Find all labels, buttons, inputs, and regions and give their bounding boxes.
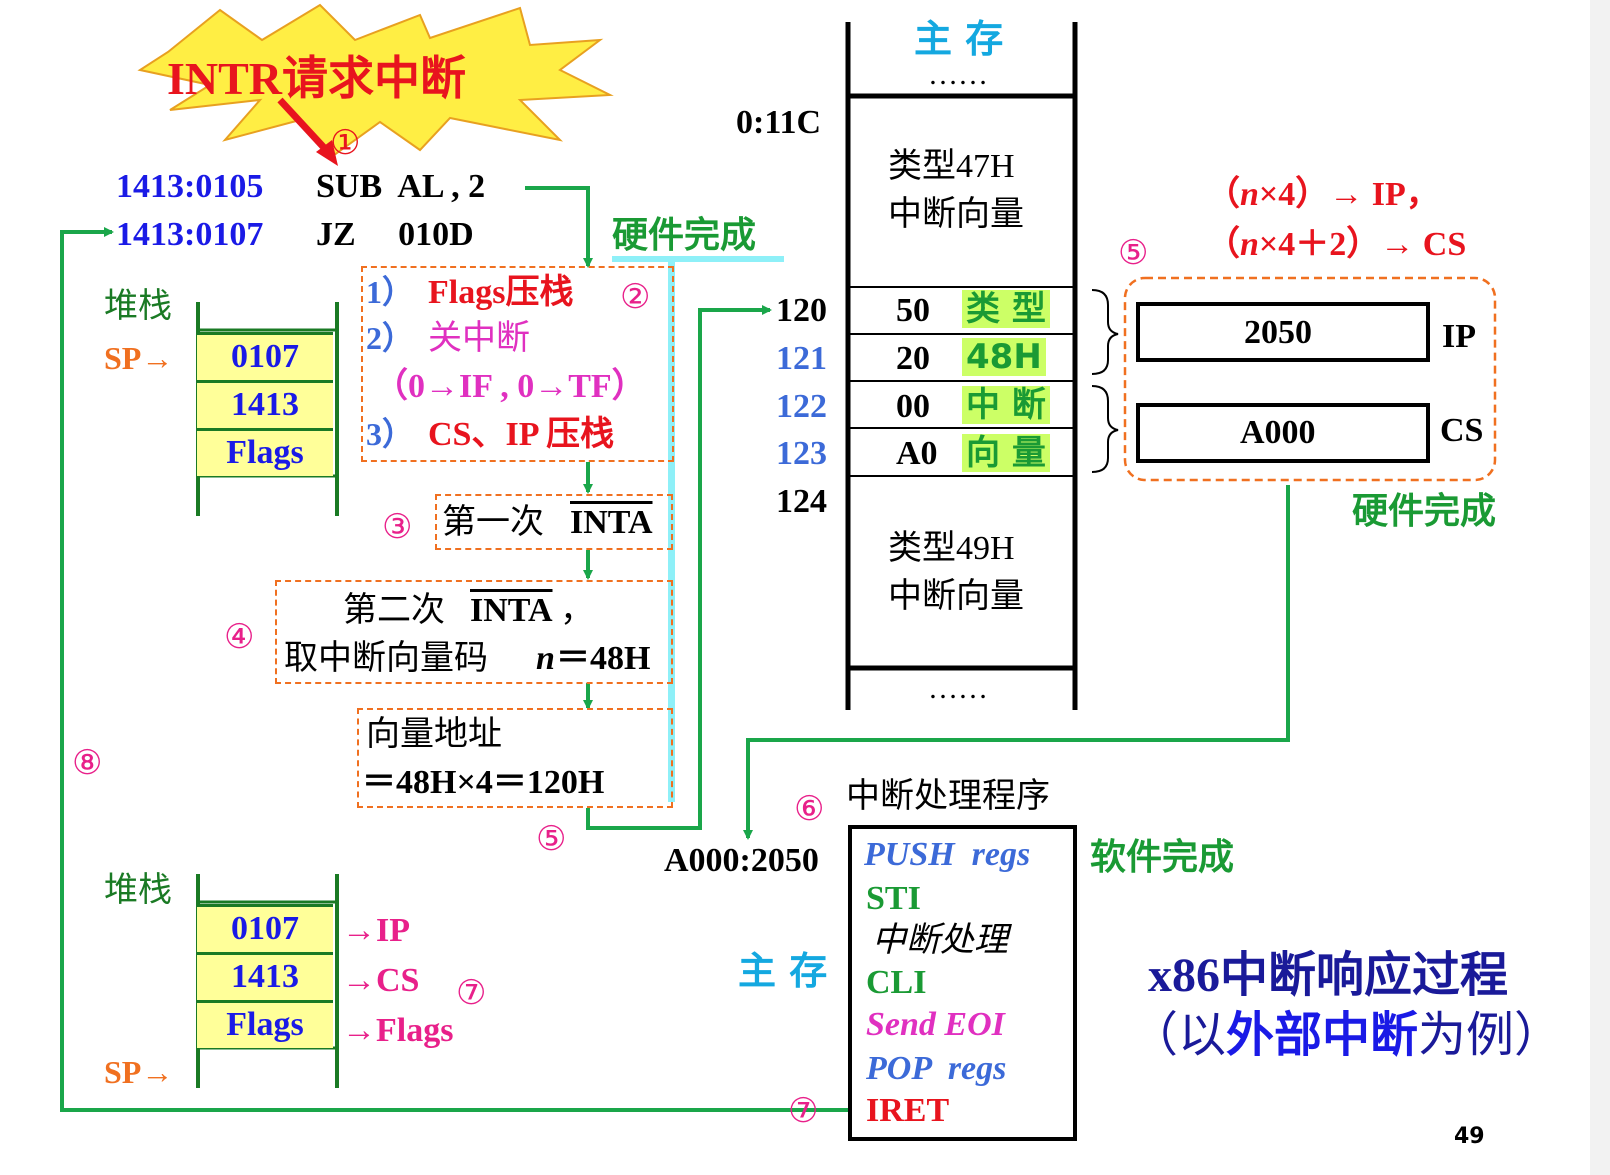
ip-register-label: IP bbox=[1442, 318, 1476, 355]
code-addr-1: 1413:0105 bbox=[116, 168, 264, 205]
step-4-n-symbol: n bbox=[536, 640, 555, 677]
step-7-marker-iret: ⑦ bbox=[788, 1091, 819, 1131]
stack-bottom-label: 堆栈 bbox=[104, 872, 172, 909]
formula-line-1: （n×4）→ IP， bbox=[1206, 176, 1440, 213]
step-3-inta-signal: INTA bbox=[570, 504, 653, 541]
formula-line-2: （n×4＋2）→ CS bbox=[1206, 226, 1467, 263]
stack-top-cell-0: 0107 bbox=[197, 332, 333, 380]
code-addr-2: 1413:0107 bbox=[116, 216, 264, 253]
arrow-sub-to-hw bbox=[525, 186, 593, 268]
hardware-label-left: 硬件完成 bbox=[612, 215, 757, 256]
memory-addr-11c: 0:11C bbox=[736, 104, 821, 141]
type49-line-2: 中断向量 bbox=[888, 578, 1024, 615]
step-2-item-1: Flags压栈 bbox=[428, 274, 574, 311]
diagram-canvas: INTR请求中断 ① 1413:0105 SUB AL , 2 1413:010… bbox=[0, 0, 1610, 1175]
handler-line-iret: IRET bbox=[866, 1092, 950, 1129]
handler-line-sti: STI bbox=[866, 880, 921, 917]
stack-top-cell-2: Flags bbox=[197, 428, 333, 476]
brace-cs bbox=[1091, 385, 1119, 473]
step-2-item-2-num: 2） bbox=[366, 320, 415, 356]
memory-addr-120: 120 bbox=[776, 292, 827, 329]
hardware-label-right: 硬件完成 bbox=[1352, 491, 1497, 532]
step-7-marker-stack: ⑦ bbox=[456, 973, 487, 1013]
step-2-item-2: 关中断 bbox=[428, 320, 530, 357]
handler-line-eoi: Send EOI bbox=[866, 1006, 1005, 1043]
stack-top-cell-1: 1413 bbox=[197, 380, 333, 428]
type47-line-2: 中断向量 bbox=[888, 196, 1024, 233]
stack-top-sp: SP→ bbox=[104, 340, 174, 376]
step-2-item-1-num: 1） bbox=[366, 274, 415, 310]
step-4-line-1-suffix: ， bbox=[560, 592, 594, 629]
caption-title: x86中断响应过程 bbox=[1148, 949, 1509, 1002]
type49-line-1: 类型49H bbox=[888, 530, 1015, 567]
cs-register-value: A000 bbox=[1240, 414, 1316, 451]
memory-dots-top: …… bbox=[928, 58, 988, 91]
step-5-marker-left: ⑤ bbox=[536, 819, 567, 859]
step-4-inta-signal: INTA bbox=[470, 592, 553, 629]
software-label: 软件完成 bbox=[1090, 837, 1235, 878]
stack-target-ip: →IP bbox=[342, 912, 410, 949]
stack-bottom-cell-1: 1413 bbox=[197, 952, 333, 1000]
stack-bottom-cell-0: 0107 bbox=[197, 904, 333, 952]
handler-memory-label: 主 存 bbox=[738, 949, 828, 993]
cs-register-label: CS bbox=[1440, 412, 1484, 449]
handler-title: 中断处理程序 bbox=[846, 778, 1050, 815]
brace-ip bbox=[1091, 289, 1119, 375]
handler-line-process: 中断处理 bbox=[872, 922, 1008, 959]
stack-bottom-sp: SP→ bbox=[104, 1054, 174, 1090]
step-5-line-2: ＝48H×4＝120H bbox=[362, 764, 605, 801]
memory-dots-bottom: …… bbox=[928, 672, 988, 705]
type47-line-1: 类型47H bbox=[888, 148, 1015, 185]
step-4-vector-code: ＝48H bbox=[556, 640, 651, 677]
memory-hl-label-3: 向 量 bbox=[962, 434, 1050, 472]
handler-line-pop: POP regs bbox=[866, 1050, 1007, 1087]
code-instr-2: JZ 010D bbox=[316, 216, 474, 253]
ip-register-value: 2050 bbox=[1244, 314, 1312, 351]
step-2-item-2-detail: （0→IF , 0→TF） bbox=[374, 368, 646, 405]
step-5-line-1: 向量地址 bbox=[366, 716, 502, 753]
handler-line-cli: CLI bbox=[866, 964, 927, 1001]
step-4-line-2-prefix: 取中断向量码 bbox=[284, 640, 497, 677]
step-2-item-3-num: 3） bbox=[366, 416, 415, 452]
memory-title: 主 存 bbox=[914, 17, 1004, 61]
memory-byte-122: 00 bbox=[896, 388, 930, 425]
stack-target-flags: →Flags bbox=[342, 1012, 454, 1049]
memory-hl-label-0: 类 型 bbox=[962, 290, 1050, 328]
step-6-marker: ⑥ bbox=[794, 789, 825, 829]
step-3-marker: ③ bbox=[382, 507, 413, 547]
memory-addr-123: 123 bbox=[776, 435, 827, 472]
handler-line-push: PUSH regs bbox=[864, 836, 1031, 873]
stack-target-cs: →CS bbox=[342, 962, 420, 999]
memory-byte-120: 50 bbox=[896, 292, 930, 329]
step-1-marker: ① bbox=[330, 123, 361, 163]
stack-top-label: 堆栈 bbox=[104, 288, 172, 325]
memory-hl-label-2: 中 断 bbox=[962, 386, 1050, 424]
intr-request-title: INTR请求中断 bbox=[167, 53, 467, 104]
memory-byte-121: 20 bbox=[896, 340, 930, 377]
code-instr-1: SUB AL , 2 bbox=[316, 168, 486, 205]
step-2-item-3: CS、IP 压栈 bbox=[428, 416, 615, 453]
step-3-prefix: 第一次 bbox=[442, 504, 553, 541]
page-number: 49 bbox=[1454, 1124, 1485, 1149]
step-8-marker: ⑧ bbox=[72, 743, 103, 783]
memory-byte-123: A0 bbox=[896, 435, 938, 472]
hw-label-underline bbox=[612, 256, 784, 262]
stack-bottom-cell-2: Flags bbox=[197, 1000, 333, 1048]
memory-hl-label-1: 48H bbox=[962, 338, 1046, 376]
memory-addr-121: 121 bbox=[776, 340, 827, 377]
caption-subtitle: （以外部中断为例） bbox=[1130, 1009, 1563, 1062]
step-4-line-1-prefix: 第二次 bbox=[343, 592, 454, 629]
step-5-marker-right: ⑤ bbox=[1118, 233, 1149, 273]
handler-entry-address: A000:2050 bbox=[664, 842, 819, 879]
step-4-marker: ④ bbox=[224, 617, 255, 657]
memory-addr-124: 124 bbox=[776, 483, 827, 520]
memory-addr-122: 122 bbox=[776, 388, 827, 425]
step-2-marker: ② bbox=[620, 277, 651, 317]
